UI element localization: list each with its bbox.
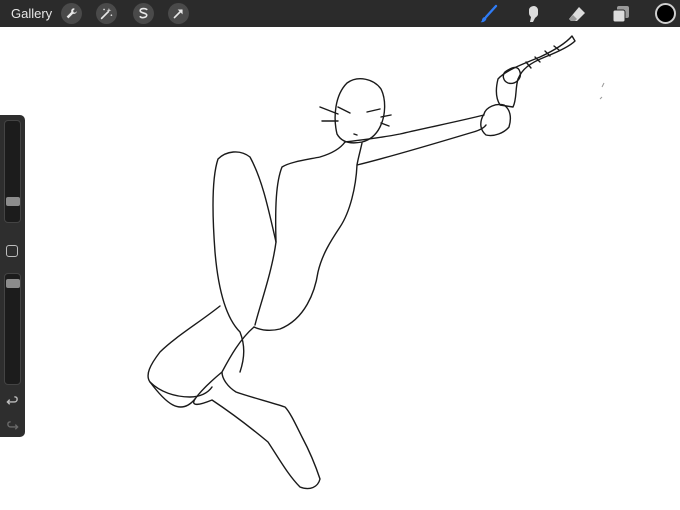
undo-icon bbox=[6, 395, 18, 405]
actions-button[interactable] bbox=[61, 3, 82, 24]
transform-arrow-icon bbox=[173, 9, 183, 19]
smudge-button[interactable] bbox=[523, 3, 545, 25]
brush-button[interactable] bbox=[478, 3, 500, 25]
layers-icon bbox=[612, 6, 629, 23]
wrench-icon bbox=[66, 8, 77, 19]
redo-button[interactable] bbox=[4, 418, 21, 434]
sketch-gun bbox=[495, 35, 576, 108]
layers-button[interactable] bbox=[610, 3, 632, 25]
sketch-thigh bbox=[212, 151, 277, 373]
opacity-slider[interactable] bbox=[4, 273, 21, 385]
sketch-torso bbox=[254, 141, 346, 326]
brush-size-slider[interactable] bbox=[4, 120, 21, 223]
magic-wand-icon bbox=[100, 7, 113, 20]
selection-icon bbox=[139, 7, 148, 19]
smudge-icon bbox=[529, 6, 538, 22]
sketch-hand bbox=[480, 103, 512, 137]
opacity-thumb[interactable] bbox=[6, 279, 20, 288]
eraser-button[interactable] bbox=[566, 3, 588, 25]
undo-button[interactable] bbox=[4, 393, 21, 409]
drawing-canvas[interactable] bbox=[0, 27, 680, 510]
redo-icon bbox=[7, 420, 19, 430]
transform-button[interactable] bbox=[168, 3, 189, 24]
top-toolbar: Gallery bbox=[0, 0, 680, 27]
sketch-drawing bbox=[147, 35, 605, 490]
sketch-arm bbox=[356, 124, 487, 166]
sketch-head bbox=[334, 78, 386, 144]
brush-icon bbox=[480, 4, 498, 23]
modify-button[interactable] bbox=[6, 245, 18, 257]
eraser-icon bbox=[569, 7, 585, 21]
left-sidebar bbox=[0, 115, 25, 437]
brush-size-thumb[interactable] bbox=[6, 197, 20, 206]
gallery-button[interactable]: Gallery bbox=[11, 6, 52, 21]
sketch-face bbox=[319, 106, 392, 136]
color-picker-button[interactable] bbox=[655, 3, 676, 24]
sketch-leg bbox=[193, 326, 321, 490]
adjustments-button[interactable] bbox=[96, 3, 117, 24]
selection-button[interactable] bbox=[133, 3, 154, 24]
